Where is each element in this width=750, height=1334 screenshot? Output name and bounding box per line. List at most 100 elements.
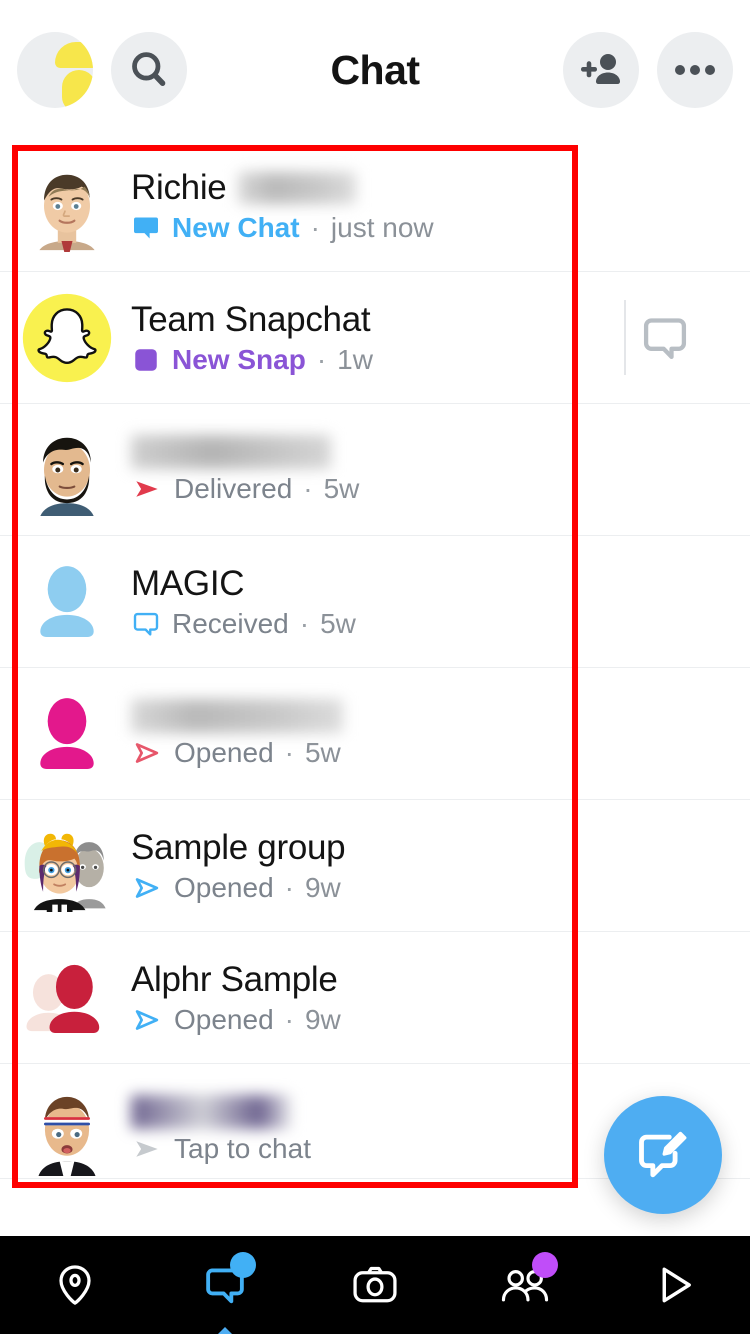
chat-row[interactable]: Opened · 5w — [0, 668, 750, 800]
chat-status-label: Tap to chat — [174, 1133, 311, 1164]
chat-name-text: MAGIC — [131, 563, 245, 603]
avatar — [18, 817, 116, 915]
chat-row[interactable]: Alphr Sample Opened · 9w — [0, 932, 750, 1064]
silhouette-pink-icon — [40, 697, 94, 769]
active-tab-indicator — [212, 1327, 238, 1334]
chat-list[interactable]: Richie New Chat · just now Team Snapchat… — [0, 140, 750, 1236]
chat-row-text: Opened · 5w — [131, 698, 343, 769]
chat-status: Opened · 9w — [131, 1004, 341, 1036]
search-button[interactable] — [111, 32, 187, 108]
chat-timestamp: 9w — [304, 1003, 341, 1035]
bitmoji-group-icon — [24, 833, 106, 912]
chat-row-text: MAGIC Received · 5w — [131, 564, 356, 640]
separator-dot: · — [310, 211, 320, 243]
avatar — [18, 949, 116, 1047]
bitmoji-beard-icon — [40, 437, 94, 516]
chat-row-text: Team Snapchat New Snap · 1w — [131, 300, 373, 376]
snap-outline-arrow-icon — [135, 1009, 159, 1030]
divider — [624, 300, 626, 375]
chat-row[interactable]: Sample group Opened · 9w — [0, 800, 750, 932]
play-triangle-icon — [662, 1267, 691, 1303]
avatar — [18, 1081, 116, 1179]
separator-dot: · — [284, 1003, 294, 1035]
silhouette-blue-icon — [40, 565, 94, 637]
chat-filled-icon — [134, 217, 158, 238]
separator-dot: · — [316, 343, 327, 375]
chat-row-text: Richie New Chat · just now — [131, 168, 434, 244]
chat-timestamp: just now — [330, 211, 434, 243]
more-options-button[interactable] — [657, 32, 733, 108]
chat-name-text: Alphr Sample — [131, 959, 338, 999]
chat-name — [131, 698, 343, 733]
chat-timestamp: 9w — [304, 871, 341, 903]
snapchat-chat-screen: Chat Richie New Chat · just now Team Sna… — [0, 0, 750, 1334]
chat-name-text: Team Snapchat — [131, 299, 371, 339]
snap-filled-arrow-icon — [136, 480, 158, 497]
separator-dot: · — [284, 871, 294, 903]
camera-icon — [353, 1266, 397, 1303]
chat-outline-icon — [133, 612, 159, 636]
chat-row-trailing[interactable] — [580, 272, 750, 403]
chat-status-label: Opened — [174, 736, 274, 768]
chat-row-text: Alphr Sample Opened · 9w — [131, 960, 341, 1036]
nav-item-map[interactable] — [20, 1250, 130, 1320]
chat-status: New Snap · 1w — [131, 344, 373, 376]
add-friend-button[interactable] — [563, 32, 639, 108]
chat-status: Opened · 9w — [131, 872, 345, 904]
chat-status-label: Opened — [174, 871, 274, 903]
chat-row[interactable]: Richie New Chat · just now — [0, 140, 750, 272]
chat-unread-badge — [230, 1252, 256, 1278]
friends-notification-badge — [532, 1252, 558, 1278]
nav-item-chat[interactable] — [170, 1250, 280, 1334]
chat-outline-icon[interactable] — [638, 311, 692, 365]
more-options-icon — [675, 65, 715, 75]
chat-row-text: Delivered · 5w — [131, 434, 359, 505]
avatar — [18, 289, 116, 387]
chat-status: Received · 5w — [131, 608, 356, 640]
nav-item-camera[interactable] — [320, 1250, 430, 1320]
chat-status: Delivered · 5w — [131, 473, 359, 505]
chat-name: Alphr Sample — [131, 960, 341, 1000]
chat-status: Opened · 5w — [131, 737, 343, 769]
app-header: Chat — [0, 0, 750, 140]
chat-timestamp: 5w — [323, 472, 360, 504]
redacted-name — [131, 698, 343, 733]
chat-row[interactable]: Delivered · 5w — [0, 404, 750, 536]
new-chat-fab-button[interactable] — [604, 1096, 722, 1214]
nav-item-friends[interactable] — [470, 1250, 580, 1320]
redacted-name — [131, 434, 331, 469]
chat-row[interactable]: Team Snapchat New Snap · 1w — [0, 272, 750, 404]
chat-status-label: Received — [172, 607, 289, 639]
avatar — [18, 553, 116, 651]
chat-status-label: New Chat — [172, 211, 300, 243]
chat-status-label: New Snap — [172, 343, 306, 375]
chat-name — [131, 434, 359, 469]
partial-row-content: M — [0, 1223, 750, 1236]
chat-row-text: Tap to chat — [131, 1095, 311, 1165]
snap-outline-arrow-icon — [135, 877, 159, 898]
avatar — [18, 421, 116, 519]
redacted-name — [131, 1095, 291, 1129]
snapchat-ghost-icon — [22, 293, 112, 382]
chat-timestamp: 1w — [337, 343, 373, 375]
chat-name-text: Sample group — [131, 827, 346, 867]
avatar — [18, 685, 116, 783]
chat-name: Team Snapchat — [131, 300, 373, 340]
profile-avatar-button[interactable] — [17, 32, 93, 108]
snap-outline-arrow-icon — [135, 742, 159, 763]
separator-dot: · — [284, 736, 294, 768]
bottom-navigation — [0, 1236, 750, 1334]
snap-filled-arrow-icon — [136, 1141, 158, 1157]
chat-status-label: Opened — [174, 1003, 274, 1035]
separator-dot: · — [299, 607, 310, 639]
chat-name-text: Richie — [131, 167, 227, 207]
nav-item-stories[interactable] — [620, 1250, 730, 1320]
bitmoji-headband-icon — [38, 1096, 96, 1176]
chat-row[interactable]: MAGIC Received · 5w — [0, 536, 750, 668]
chat-timestamp: 5w — [304, 736, 341, 768]
location-pin-icon — [59, 1265, 91, 1305]
silhouette-group-red-icon — [26, 964, 100, 1033]
search-icon — [132, 52, 166, 86]
chat-name: Richie — [131, 168, 434, 208]
chat-name: MAGIC — [131, 564, 356, 604]
